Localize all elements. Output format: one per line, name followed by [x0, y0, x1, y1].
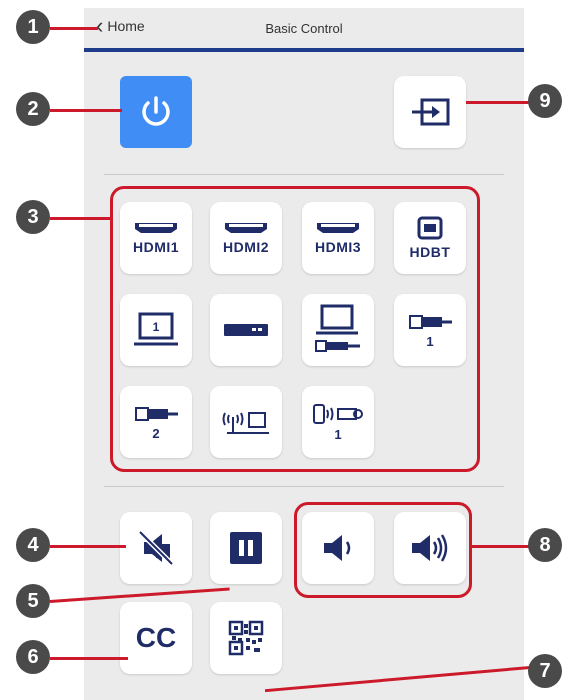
power-icon: [142, 96, 170, 126]
callout-leader: [50, 657, 128, 660]
callout-8: 8: [528, 528, 562, 562]
divider: [104, 174, 504, 175]
header-divider: [84, 48, 524, 52]
cc-label: CC: [135, 622, 177, 653]
freeze-icon: [230, 532, 262, 564]
callout-leader: [50, 545, 126, 548]
callout-leader: [50, 109, 122, 112]
qr-code-icon: [228, 620, 264, 656]
input-sources-outline: [110, 186, 480, 472]
freeze-button[interactable]: [210, 512, 282, 584]
callout-leader: [50, 217, 112, 220]
callout-9: 9: [528, 84, 562, 118]
closed-caption-button[interactable]: CC: [120, 602, 192, 674]
callout-3: 3: [16, 200, 50, 234]
power-button[interactable]: [120, 76, 192, 148]
callout-2: 2: [16, 92, 50, 126]
callout-leader: [466, 101, 532, 104]
callout-6: 6: [16, 640, 50, 674]
callout-leader: [50, 27, 98, 30]
page-title: Basic Control: [265, 21, 343, 36]
callout-4: 4: [16, 528, 50, 562]
callout-leader: [470, 545, 532, 548]
callout-7: 7: [528, 654, 562, 688]
av-mute-icon: [138, 530, 174, 566]
source-search-icon: [412, 98, 450, 126]
callout-1: 1: [16, 10, 50, 44]
divider: [104, 486, 504, 487]
app-screen: ‹ Home Basic Control HDMI1 HDMI2 HDMI3 H…: [84, 8, 524, 700]
av-mute-button[interactable]: [120, 512, 192, 584]
volume-outline: [294, 502, 472, 598]
header: ‹ Home Basic Control: [84, 8, 524, 48]
qr-code-button[interactable]: [210, 602, 282, 674]
source-search-button[interactable]: [394, 76, 466, 148]
callout-5: 5: [16, 584, 50, 618]
